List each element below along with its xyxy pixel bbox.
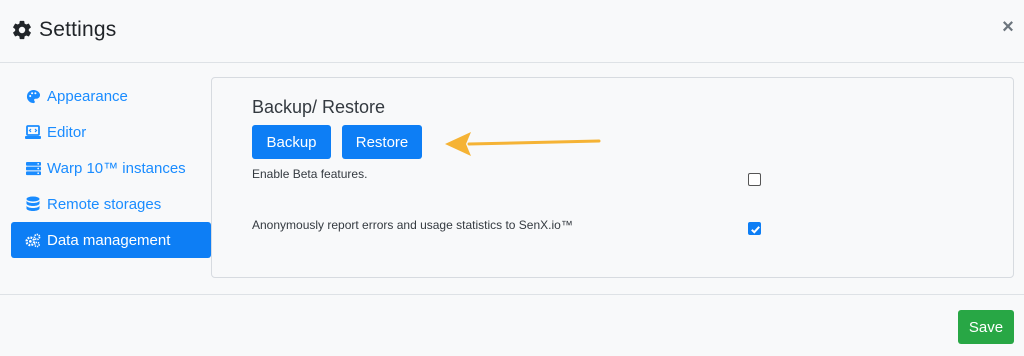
sidebar-item-appearance[interactable]: Appearance — [11, 78, 211, 114]
title-wrap: Settings — [11, 18, 116, 42]
sidebar-item-editor[interactable]: Editor — [11, 114, 211, 150]
page-title: Settings — [39, 18, 117, 41]
restore-button[interactable]: Restore — [342, 125, 422, 159]
close-button[interactable]: × — [1000, 16, 1016, 38]
cogs-icon — [25, 232, 41, 248]
gear-icon — [11, 19, 33, 41]
sidebar-item-label: Editor — [47, 123, 87, 141]
report-errors-checkbox[interactable] — [748, 222, 761, 235]
laptop-code-icon — [25, 124, 41, 140]
palette-icon — [25, 88, 41, 104]
sidebar-item-label: Warp 10™ instances — [47, 159, 186, 177]
sidebar-item-data-management[interactable]: Data management — [11, 222, 211, 258]
sidebar-item-label: Remote storages — [47, 195, 162, 213]
sidebar-item-warp10-instances[interactable]: Warp 10™ instances — [11, 150, 211, 186]
backup-button[interactable]: Backup — [252, 125, 331, 159]
check-icon — [751, 226, 760, 234]
sidebar-item-label: Appearance — [47, 87, 128, 105]
database-icon — [25, 196, 41, 212]
beta-features-checkbox[interactable] — [748, 173, 761, 186]
data-management-panel: Backup/ Restore Backup Restore Enable Be… — [211, 77, 1014, 278]
sidebar: Appearance Editor Warp 10™ instances Rem… — [11, 78, 211, 258]
arrow-left-icon — [445, 131, 601, 162]
server-icon — [25, 160, 41, 176]
modal-header: Settings × — [0, 0, 1024, 63]
section-title: Backup/ Restore — [252, 97, 386, 117]
beta-features-label: Enable Beta features. — [252, 167, 368, 181]
sidebar-item-label: Data management — [47, 231, 171, 249]
sidebar-item-remote-storages[interactable]: Remote storages — [11, 186, 211, 222]
save-button[interactable]: Save — [958, 310, 1014, 344]
modal-footer: Save — [0, 294, 1024, 356]
report-errors-label: Anonymously report errors and usage stat… — [252, 218, 573, 232]
